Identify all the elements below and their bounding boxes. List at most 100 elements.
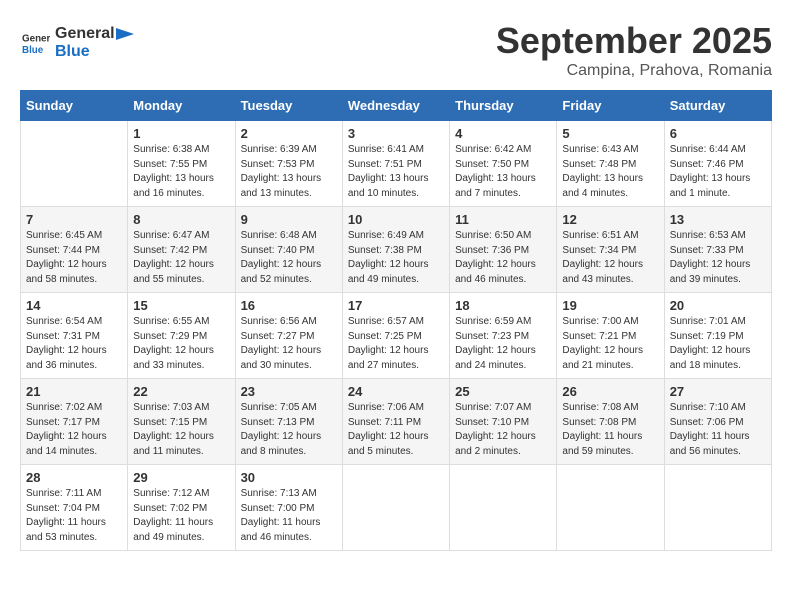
- calendar-cell: 5Sunrise: 6:43 AMSunset: 7:48 PMDaylight…: [557, 121, 664, 207]
- day-number: 14: [26, 298, 122, 313]
- subtitle: Campina, Prahova, Romania: [496, 62, 772, 80]
- title-section: September 2025 Campina, Prahova, Romania: [496, 20, 772, 80]
- calendar-cell: 21 Sunrise: 7:02 AMSunset: 7:17 PMDayligh…: [21, 379, 128, 465]
- cell-content: Sunrise: 7:05 AMSunset: 7:13 PMDaylight:…: [241, 401, 337, 459]
- cell-content: Sunrise: 6:38 AMSunset: 7:55 PMDaylight:…: [133, 143, 229, 201]
- day-number: 6: [670, 126, 766, 141]
- day-number: 24: [348, 384, 444, 399]
- calendar-cell: 1 Sunrise: 6:38 AMSunset: 7:55 PMDaylight…: [128, 121, 235, 207]
- day-number: 17: [348, 298, 444, 313]
- cell-content: Sunrise: 7:02 AMSunset: 7:17 PMDaylight:…: [26, 401, 122, 459]
- calendar-cell: 2Sunrise: 6:39 AMSunset: 7:53 PMDaylight…: [235, 121, 342, 207]
- cell-content: Sunrise: 7:00 AMSunset: 7:21 PMDaylight:…: [562, 315, 658, 373]
- logo-arrow-icon: [116, 26, 136, 42]
- day-number: 16: [241, 298, 337, 313]
- cell-content: Sunrise: 6:54 AMSunset: 7:31 PMDaylight:…: [26, 315, 122, 373]
- calendar-cell: [664, 465, 771, 551]
- calendar-cell: 7 Sunrise: 6:45 AMSunset: 7:44 PMDaylight…: [21, 207, 128, 293]
- weekday-header-thursday: Thursday: [450, 91, 557, 121]
- calendar-cell: 29 Sunrise: 7:12 AMSunset: 7:02 PMDayligh…: [128, 465, 235, 551]
- day-number: 19: [562, 298, 658, 313]
- calendar-cell: 8 Sunrise: 6:47 AMSunset: 7:42 PMDaylight…: [128, 207, 235, 293]
- calendar-cell: 24Sunrise: 7:06 AMSunset: 7:11 PMDayligh…: [342, 379, 449, 465]
- day-number: 4: [455, 126, 551, 141]
- calendar-cell: 16 Sunrise: 6:56 AMSunset: 7:27 PMDayligh…: [235, 293, 342, 379]
- cell-content: Sunrise: 6:44 AMSunset: 7:46 PMDaylight:…: [670, 143, 766, 201]
- day-number: 29: [133, 470, 229, 485]
- day-number: 8: [133, 212, 229, 227]
- weekday-header-wednesday: Wednesday: [342, 91, 449, 121]
- cell-content: Sunrise: 6:49 AMSunset: 7:38 PMDaylight:…: [348, 229, 444, 287]
- svg-text:Blue: Blue: [22, 45, 44, 56]
- calendar-cell: 22 Sunrise: 7:03 AMSunset: 7:15 PMDayligh…: [128, 379, 235, 465]
- cell-content: Sunrise: 6:56 AMSunset: 7:27 PMDaylight:…: [241, 315, 337, 373]
- calendar-cell: 17 Sunrise: 6:57 AMSunset: 7:25 PMDayligh…: [342, 293, 449, 379]
- weekday-header-row: SundayMondayTuesdayWednesdayThursdayFrid…: [21, 91, 772, 121]
- calendar-cell: 15 Sunrise: 6:55 AMSunset: 7:29 PMDayligh…: [128, 293, 235, 379]
- calendar-cell: 28 Sunrise: 7:11 AMSunset: 7:04 PMDayligh…: [21, 465, 128, 551]
- cell-content: Sunrise: 7:10 AMSunset: 7:06 PMDaylight:…: [670, 401, 766, 459]
- cell-content: Sunrise: 6:50 AMSunset: 7:36 PMDaylight:…: [455, 229, 551, 287]
- cell-content: Sunrise: 7:03 AMSunset: 7:15 PMDaylight:…: [133, 401, 229, 459]
- day-number: 21: [26, 384, 122, 399]
- weekday-header-saturday: Saturday: [664, 91, 771, 121]
- cell-content: Sunrise: 6:57 AMSunset: 7:25 PMDaylight:…: [348, 315, 444, 373]
- calendar-cell: 9 Sunrise: 6:48 AMSunset: 7:40 PMDaylight…: [235, 207, 342, 293]
- calendar-body: 1 Sunrise: 6:38 AMSunset: 7:55 PMDaylight…: [21, 121, 772, 551]
- calendar-cell: [21, 121, 128, 207]
- calendar-cell: 25Sunrise: 7:07 AMSunset: 7:10 PMDayligh…: [450, 379, 557, 465]
- calendar-cell: 20Sunrise: 7:01 AMSunset: 7:19 PMDayligh…: [664, 293, 771, 379]
- day-number: 5: [562, 126, 658, 141]
- day-number: 1: [133, 126, 229, 141]
- cell-content: Sunrise: 7:08 AMSunset: 7:08 PMDaylight:…: [562, 401, 658, 459]
- calendar-cell: 14 Sunrise: 6:54 AMSunset: 7:31 PMDayligh…: [21, 293, 128, 379]
- calendar-cell: 30 Sunrise: 7:13 AMSunset: 7:00 PMDayligh…: [235, 465, 342, 551]
- calendar-cell: 27 Sunrise: 7:10 AMSunset: 7:06 PMDayligh…: [664, 379, 771, 465]
- header: General Blue General Blue September 2025…: [20, 20, 772, 80]
- calendar-cell: 18Sunrise: 6:59 AMSunset: 7:23 PMDayligh…: [450, 293, 557, 379]
- calendar-week-4: 28 Sunrise: 7:11 AMSunset: 7:04 PMDayligh…: [21, 465, 772, 551]
- cell-content: Sunrise: 7:13 AMSunset: 7:00 PMDaylight:…: [241, 487, 337, 545]
- cell-content: Sunrise: 7:12 AMSunset: 7:02 PMDaylight:…: [133, 487, 229, 545]
- day-number: 11: [455, 212, 551, 227]
- cell-content: Sunrise: 6:45 AMSunset: 7:44 PMDaylight:…: [26, 229, 122, 287]
- calendar-cell: 10 Sunrise: 6:49 AMSunset: 7:38 PMDayligh…: [342, 207, 449, 293]
- calendar-cell: 23 Sunrise: 7:05 AMSunset: 7:13 PMDayligh…: [235, 379, 342, 465]
- cell-content: Sunrise: 6:48 AMSunset: 7:40 PMDaylight:…: [241, 229, 337, 287]
- day-number: 15: [133, 298, 229, 313]
- cell-content: Sunrise: 7:07 AMSunset: 7:10 PMDaylight:…: [455, 401, 551, 459]
- logo-icon: General Blue: [22, 29, 50, 57]
- calendar-header: SundayMondayTuesdayWednesdayThursdayFrid…: [21, 91, 772, 121]
- day-number: 9: [241, 212, 337, 227]
- calendar-cell: 13 Sunrise: 6:53 AMSunset: 7:33 PMDayligh…: [664, 207, 771, 293]
- cell-content: Sunrise: 6:47 AMSunset: 7:42 PMDaylight:…: [133, 229, 229, 287]
- calendar-cell: [450, 465, 557, 551]
- day-number: 26: [562, 384, 658, 399]
- cell-content: Sunrise: 6:53 AMSunset: 7:33 PMDaylight:…: [670, 229, 766, 287]
- day-number: 18: [455, 298, 551, 313]
- calendar-week-2: 14 Sunrise: 6:54 AMSunset: 7:31 PMDayligh…: [21, 293, 772, 379]
- day-number: 10: [348, 212, 444, 227]
- day-number: 22: [133, 384, 229, 399]
- cell-content: Sunrise: 7:11 AMSunset: 7:04 PMDaylight:…: [26, 487, 122, 545]
- calendar-cell: 26 Sunrise: 7:08 AMSunset: 7:08 PMDayligh…: [557, 379, 664, 465]
- day-number: 13: [670, 212, 766, 227]
- cell-content: Sunrise: 6:51 AMSunset: 7:34 PMDaylight:…: [562, 229, 658, 287]
- calendar-cell: 11 Sunrise: 6:50 AMSunset: 7:36 PMDayligh…: [450, 207, 557, 293]
- logo: General Blue General Blue: [20, 25, 137, 61]
- cell-content: Sunrise: 6:39 AMSunset: 7:53 PMDaylight:…: [241, 143, 337, 201]
- day-number: 28: [26, 470, 122, 485]
- weekday-header-monday: Monday: [128, 91, 235, 121]
- day-number: 23: [241, 384, 337, 399]
- cell-content: Sunrise: 6:41 AMSunset: 7:51 PMDaylight:…: [348, 143, 444, 201]
- day-number: 30: [241, 470, 337, 485]
- logo-blue-text: Blue: [55, 43, 90, 60]
- calendar-table: SundayMondayTuesdayWednesdayThursdayFrid…: [20, 90, 772, 551]
- cell-content: Sunrise: 6:55 AMSunset: 7:29 PMDaylight:…: [133, 315, 229, 373]
- day-number: 7: [26, 212, 122, 227]
- weekday-header-sunday: Sunday: [21, 91, 128, 121]
- day-number: 27: [670, 384, 766, 399]
- day-number: 20: [670, 298, 766, 313]
- calendar-cell: 4Sunrise: 6:42 AMSunset: 7:50 PMDaylight…: [450, 121, 557, 207]
- svg-text:General: General: [22, 34, 50, 45]
